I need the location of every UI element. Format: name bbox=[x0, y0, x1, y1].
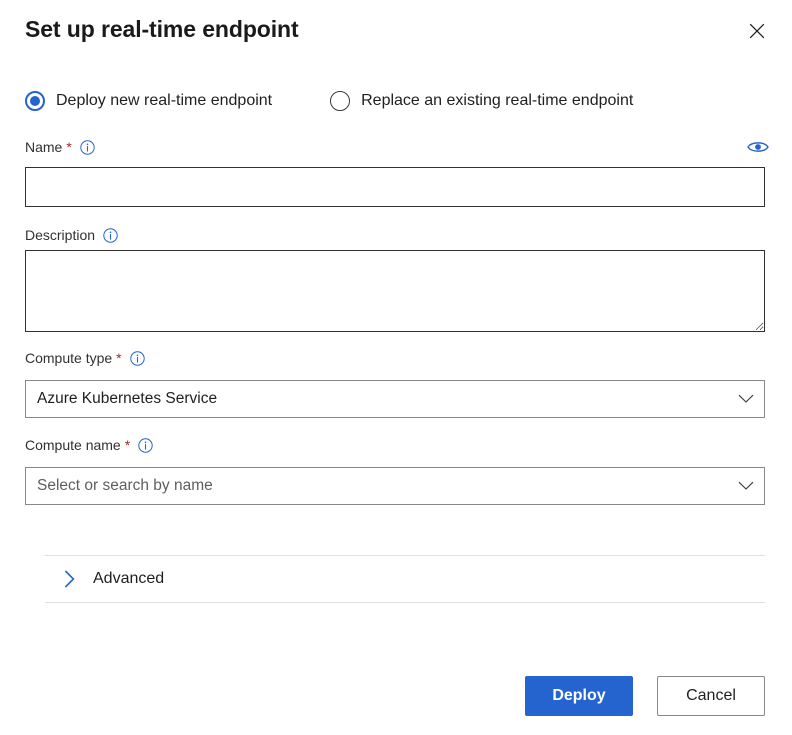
compute-name-label-text: Compute name bbox=[25, 437, 121, 453]
info-icon[interactable] bbox=[80, 139, 95, 155]
description-textarea[interactable] bbox=[25, 250, 765, 332]
name-label-text: Name bbox=[25, 139, 63, 155]
radio-deploy-new-endpoint[interactable]: Deploy new real-time endpoint bbox=[25, 91, 272, 111]
advanced-section-toggle[interactable]: Advanced bbox=[45, 555, 765, 603]
real-time-endpoint-dialog: Set up real-time endpoint Deploy new rea… bbox=[0, 0, 792, 735]
compute-type-required-marker: * bbox=[116, 350, 122, 366]
description-label-text: Description bbox=[25, 227, 96, 243]
radio-replace-existing-endpoint[interactable]: Replace an existing real-time endpoint bbox=[330, 91, 633, 111]
name-label: Name * bbox=[25, 139, 95, 155]
chevron-down-icon bbox=[738, 394, 754, 404]
deployment-mode-radio-group: Deploy new real-time endpoint Replace an… bbox=[25, 91, 633, 111]
close-button[interactable] bbox=[740, 14, 774, 48]
close-icon bbox=[749, 23, 765, 39]
chevron-down-icon bbox=[738, 481, 754, 491]
name-input[interactable] bbox=[25, 167, 765, 207]
cancel-button[interactable]: Cancel bbox=[657, 676, 765, 716]
compute-type-label-text: Compute type bbox=[25, 350, 113, 366]
dialog-footer: Deploy Cancel bbox=[0, 676, 792, 716]
compute-type-dropdown[interactable]: Azure Kubernetes Service bbox=[25, 380, 765, 418]
compute-type-value: Azure Kubernetes Service bbox=[37, 390, 218, 407]
radio-deploy-new-endpoint-label: Deploy new real-time endpoint bbox=[56, 92, 273, 109]
name-required-marker: * bbox=[66, 139, 72, 155]
compute-name-dropdown[interactable]: Select or search by name bbox=[25, 467, 765, 505]
info-icon[interactable] bbox=[129, 350, 145, 366]
radio-unselected-icon bbox=[330, 91, 351, 111]
description-label: Description bbox=[25, 227, 118, 243]
radio-replace-existing-endpoint-label: Replace an existing real-time endpoint bbox=[361, 92, 634, 109]
deploy-button[interactable]: Deploy bbox=[525, 676, 633, 716]
compute-name-value: Select or search by name bbox=[37, 477, 213, 494]
compute-type-label: Compute type * bbox=[25, 350, 145, 366]
info-icon[interactable] bbox=[103, 227, 118, 243]
compute-name-required-marker: * bbox=[124, 437, 131, 453]
page-title: Set up real-time endpoint bbox=[25, 16, 299, 42]
advanced-section-label: Advanced bbox=[93, 570, 165, 587]
eye-icon[interactable] bbox=[746, 138, 770, 156]
chevron-right-icon bbox=[59, 569, 79, 589]
compute-name-label: Compute name * bbox=[25, 437, 153, 453]
radio-selected-icon bbox=[25, 91, 45, 111]
info-icon[interactable] bbox=[138, 437, 153, 453]
